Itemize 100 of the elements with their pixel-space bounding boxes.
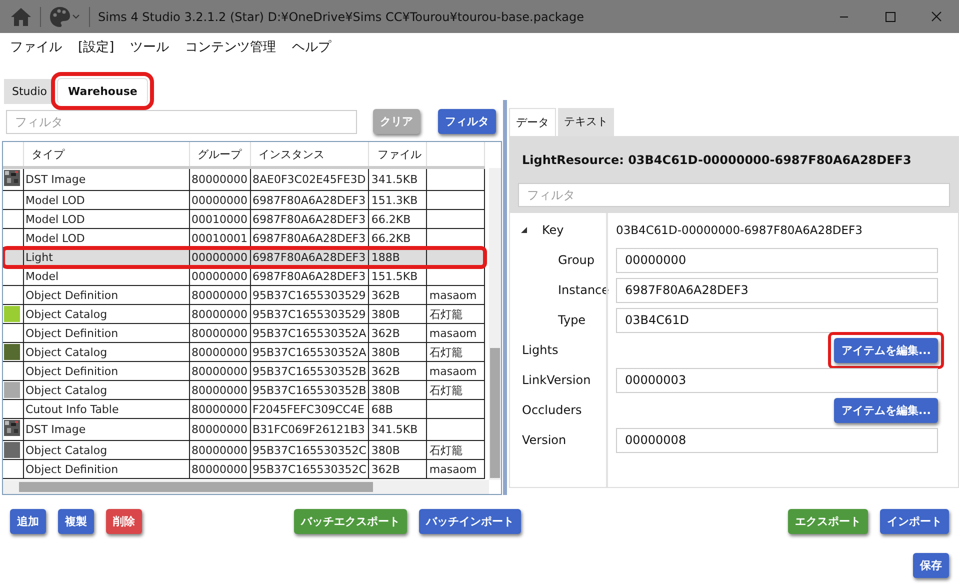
table-cell: 80000000: [192, 346, 248, 358]
table-cell: 8AE0F3C02E45FE3D: [252, 173, 366, 186]
filter-field[interactable]: フィルタ: [518, 183, 950, 207]
action-button[interactable]: 複製: [58, 509, 94, 534]
table-cell: 362B: [371, 326, 400, 340]
table-cell: 95B37C1655303529: [252, 288, 366, 302]
table-cell: 188B: [371, 250, 400, 264]
table-cell: 00000000: [192, 250, 248, 264]
filter-button[interactable]: フィルタ: [438, 109, 496, 134]
table-cell: 6987F80A6A28DEF3: [252, 232, 366, 244]
table-cell: 362B: [371, 364, 400, 378]
table-cell: 6987F80A6A28DEF3: [252, 194, 366, 206]
table-cell: 341.5KB: [371, 173, 418, 186]
table-cell: 80000000: [192, 444, 248, 456]
table-cell: 80000000: [192, 364, 248, 378]
table-cell: 石灯籠: [429, 444, 462, 456]
table-cell: 151.5KB: [371, 270, 418, 282]
table-cell: Object Definition: [26, 462, 118, 476]
table-cell: Object Definition: [26, 364, 118, 378]
table-cell: 6987F80A6A28DEF3: [252, 270, 366, 282]
menu-item[interactable]: ヘルプ: [292, 38, 332, 56]
table-cell: 380B: [371, 384, 400, 396]
table-cell: 362B: [371, 288, 400, 302]
menu-item[interactable]: コンテンツ管理: [185, 38, 276, 56]
filter-field[interactable]: フィルタ: [6, 110, 357, 134]
table-cell: F2045FEFC309CC4E: [252, 402, 364, 416]
table-cell: Object Catalog: [26, 308, 108, 320]
table-cell: Model: [26, 270, 59, 282]
table-cell: masaom: [429, 288, 477, 302]
table-cell: DST Image: [26, 173, 86, 186]
table-cell: 80000000: [192, 173, 248, 186]
table-cell: 68B: [371, 402, 393, 416]
action-button[interactable]: 追加: [10, 509, 46, 534]
table-cell: 石灯籠: [429, 346, 462, 358]
table-cell: Object Definition: [26, 288, 118, 302]
menu-item[interactable]: ファイル: [10, 38, 62, 56]
table-cell: 95B37C165530352B: [252, 364, 366, 378]
property-label: Group: [558, 253, 595, 267]
table-cell: 石灯籠: [429, 384, 462, 396]
table-cell: 80000000: [192, 423, 248, 436]
table-cell: Object Catalog: [26, 346, 108, 358]
resource-title: LightResource: 03B4C61D-00000000-6987F80A6A28DEF3: [522, 153, 912, 167]
table-cell: Object Catalog: [26, 444, 108, 456]
table-cell: 00000000: [192, 194, 248, 206]
edit-items-button[interactable]: アイテムを編集...: [834, 398, 938, 422]
edit-items-button[interactable]: アイテムを編集...: [834, 338, 938, 362]
table-cell: 95B37C1655303529: [252, 308, 366, 320]
table-cell: Model LOD: [26, 232, 85, 244]
table-cell: 6987F80A6A28DEF3: [252, 250, 366, 264]
tab[interactable]: テキスト: [558, 108, 614, 136]
table-cell: 95B37C165530352A: [252, 326, 366, 340]
table-cell: 00010001: [192, 232, 248, 244]
column-header[interactable]: インスタンス: [258, 148, 324, 160]
table-cell: 362B: [371, 462, 400, 476]
table-cell: masaom: [429, 326, 477, 340]
table-cell: 380B: [371, 444, 400, 456]
table-cell: 95B37C165530352A: [252, 346, 366, 358]
table-cell: 66.2KB: [371, 232, 411, 244]
table-cell: 00010000: [192, 212, 248, 226]
table-cell: 95B37C165530352C: [252, 462, 366, 476]
menu-item[interactable]: [設定]: [78, 38, 114, 56]
table-cell: Object Definition: [26, 326, 118, 340]
action-button[interactable]: 削除: [106, 509, 142, 534]
property-label: Lights: [522, 343, 558, 357]
property-field[interactable]: 03B4C61D: [616, 308, 938, 332]
table-cell: 80000000: [192, 326, 248, 340]
window-title: Sims 4 Studio 3.2.1.2 (Star) D:¥OneDrive¥Sims CC¥Tourou¥tourou-base.package: [98, 10, 586, 24]
table-cell: 95B37C165530352C: [252, 444, 366, 456]
table-cell: 151.3KB: [371, 194, 418, 206]
menu-item[interactable]: ツール: [130, 38, 170, 56]
table-cell: Model LOD: [26, 194, 85, 206]
table-cell: 95B37C165530352B: [252, 384, 366, 396]
action-button[interactable]: インポート: [880, 509, 949, 534]
tab[interactable]: データ: [509, 108, 556, 136]
column-header[interactable]: タイプ: [32, 148, 64, 160]
property-value: 03B4C61D-00000000-6987F80A6A28DEF3: [616, 223, 864, 237]
table-cell: Model LOD: [26, 212, 85, 226]
table-cell: 80000000: [192, 402, 248, 416]
table-cell: 80000000: [192, 308, 248, 320]
table-cell: 80000000: [192, 288, 248, 302]
table-cell: 341.5KB: [371, 423, 418, 436]
property-label: Type: [558, 313, 586, 327]
property-label: Occluders: [522, 403, 582, 417]
column-header[interactable]: グループ: [198, 148, 242, 160]
table-cell: 66.2KB: [371, 212, 411, 226]
table-cell: 380B: [371, 346, 400, 358]
action-button[interactable]: 保存: [913, 553, 949, 578]
table-cell: 80000000: [192, 384, 248, 396]
table-cell: Light: [26, 250, 53, 264]
property-field[interactable]: 00000003: [616, 368, 938, 392]
property-field[interactable]: 00000008: [616, 428, 938, 452]
table-cell: masaom: [429, 364, 477, 378]
table-cell: 80000000: [192, 462, 248, 476]
property-field[interactable]: 00000000: [616, 248, 938, 272]
property-label: Version: [522, 433, 566, 447]
table-cell: B31FC069F26121B3: [252, 423, 365, 436]
table-cell: masaom: [429, 462, 477, 476]
column-header[interactable]: ファイル: [377, 148, 422, 160]
action-button[interactable]: バッチインポート: [419, 509, 521, 534]
property-field[interactable]: 6987F80A6A28DEF3: [616, 278, 938, 302]
